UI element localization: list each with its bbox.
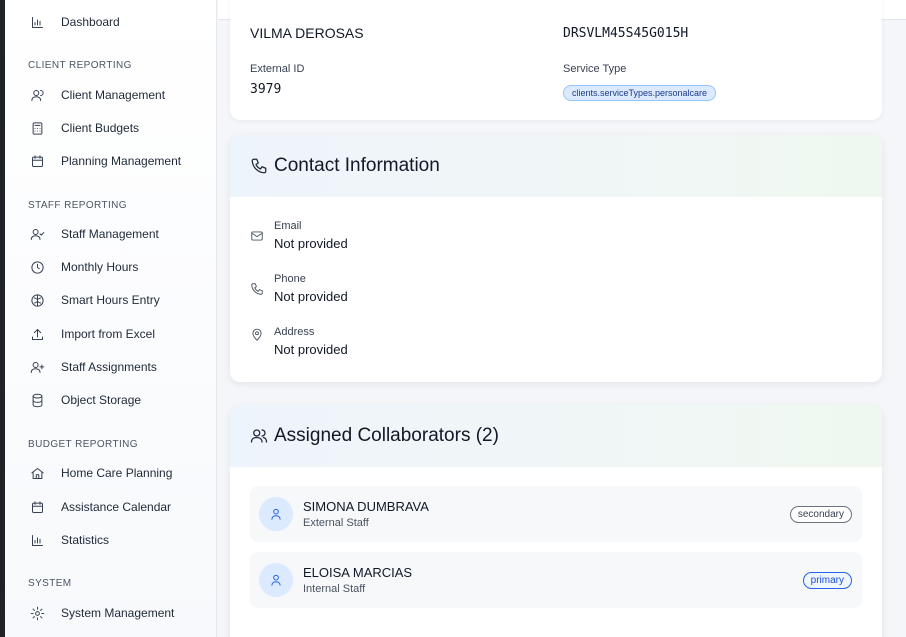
contact-email-row: Email Not provided [250,220,348,251]
sidebar-item-dashboard[interactable]: Dashboard [28,10,208,34]
user-icon [271,508,281,520]
user-icon [28,86,46,104]
collaborator-name: SIMONA DUMBRAVA [303,499,429,514]
address-label: Address [274,326,315,338]
calculator-icon [28,119,46,137]
calendar-icon [28,152,46,170]
address-value: Not provided [274,342,348,357]
avatar [259,563,293,597]
role-badge: primary [802,572,852,589]
sidebar-item-label: Dashboard [61,15,120,29]
home-icon [28,464,46,482]
client-name: VILMA DEROSAS [250,25,364,41]
user-plus-icon [28,358,46,376]
sidebar-item-smart-hours-entry[interactable]: Smart Hours Entry [28,288,208,312]
user-icon [271,574,281,586]
sidebar-item-staff-management[interactable]: Staff Management [28,222,208,246]
contact-card-header: Contact Information [230,135,882,197]
bar-chart-icon [28,531,46,549]
service-type-label: Service Type [563,63,627,75]
phone-value: Not provided [274,289,348,304]
gear-icon [28,604,46,622]
mail-icon [251,231,263,241]
sidebar-section-system: SYSTEM [28,578,72,589]
brain-icon [28,291,46,309]
collaborator-type: Internal Staff [303,583,366,595]
sidebar: Dashboard CLIENT REPORTING Client Manage… [5,0,217,637]
contact-phone-row: Phone Not provided [250,273,348,304]
sidebar-item-assistance-calendar[interactable]: Assistance Calendar [28,495,208,519]
main-content: VILMA DEROSAS DRSVLM45S45G015H External … [218,0,906,637]
phone-icon [251,158,267,174]
collaborators-card-header: Assigned Collaborators (2) [230,405,882,467]
contact-information-card: Contact Information Email Not provided P… [230,135,882,382]
email-label: Email [274,220,302,232]
calendar-icon [28,498,46,516]
upload-icon [28,325,46,343]
sidebar-item-monthly-hours[interactable]: Monthly Hours [28,255,208,279]
sidebar-item-label: Home Care Planning [61,466,173,480]
sidebar-item-client-budgets[interactable]: Client Budgets [28,116,208,140]
collaborator-type: External Staff [303,517,369,529]
service-type-badge: clients.serviceTypes.personalcare [563,85,717,101]
contact-card-title: Contact Information [274,155,440,176]
clock-icon [28,258,46,276]
sidebar-section-budget: BUDGET REPORTING [28,439,138,450]
sidebar-item-label: Staff Management [61,227,159,241]
sidebar-item-label: Import from Excel [61,327,156,341]
external-id-value: 3979 [250,82,282,97]
sidebar-item-label: Client Budgets [61,121,140,135]
sidebar-item-system-management[interactable]: System Management [28,601,208,625]
client-details-card: VILMA DEROSAS DRSVLM45S45G015H External … [230,0,882,120]
sidebar-item-home-care-planning[interactable]: Home Care Planning [28,461,208,485]
sidebar-item-label: Monthly Hours [61,260,139,274]
user-check-icon [28,225,46,243]
collaborators-card-title: Assigned Collaborators (2) [274,425,499,446]
collaborator-row[interactable]: SIMONA DUMBRAVA External Staff secondary [250,486,862,542]
users-icon [250,429,268,443]
email-value: Not provided [274,236,348,251]
sidebar-item-client-management[interactable]: Client Management [28,83,208,107]
sidebar-item-statistics[interactable]: Statistics [28,528,208,552]
sidebar-item-label: Smart Hours Entry [61,293,160,307]
phone-label: Phone [274,273,306,285]
sidebar-item-label: Staff Assignments [61,360,157,374]
sidebar-item-label: Statistics [61,533,110,547]
sidebar-item-label: Object Storage [61,393,142,407]
sidebar-item-object-storage[interactable]: Object Storage [28,388,208,412]
sidebar-item-label: Assistance Calendar [61,500,172,514]
phone-icon [251,283,263,295]
sidebar-item-staff-assignments[interactable]: Staff Assignments [28,355,208,379]
collaborator-name: ELOISA MARCIAS [303,565,413,580]
contact-address-row: Address Not provided [250,326,348,357]
role-badge: secondary [789,506,852,523]
sidebar-item-label: System Management [61,606,175,620]
assigned-collaborators-card: Assigned Collaborators (2) SIMONA DUMBRA… [230,405,882,637]
external-id-label: External ID [250,63,305,75]
sidebar-item-label: Planning Management [61,154,182,168]
sidebar-item-planning-management[interactable]: Planning Management [28,149,208,173]
sidebar-item-import-from-excel[interactable]: Import from Excel [28,322,208,346]
database-icon [28,391,46,409]
sidebar-section-client: CLIENT REPORTING [28,60,132,71]
sidebar-section-staff: STAFF REPORTING [28,200,127,211]
sidebar-item-label: Client Management [61,88,166,102]
map-pin-icon [252,328,262,341]
bar-chart-icon [28,13,46,31]
avatar [259,497,293,531]
client-fiscal-code: DRSVLM45S45G015H [563,26,689,41]
collaborator-row[interactable]: ELOISA MARCIAS Internal Staff primary [250,552,862,608]
